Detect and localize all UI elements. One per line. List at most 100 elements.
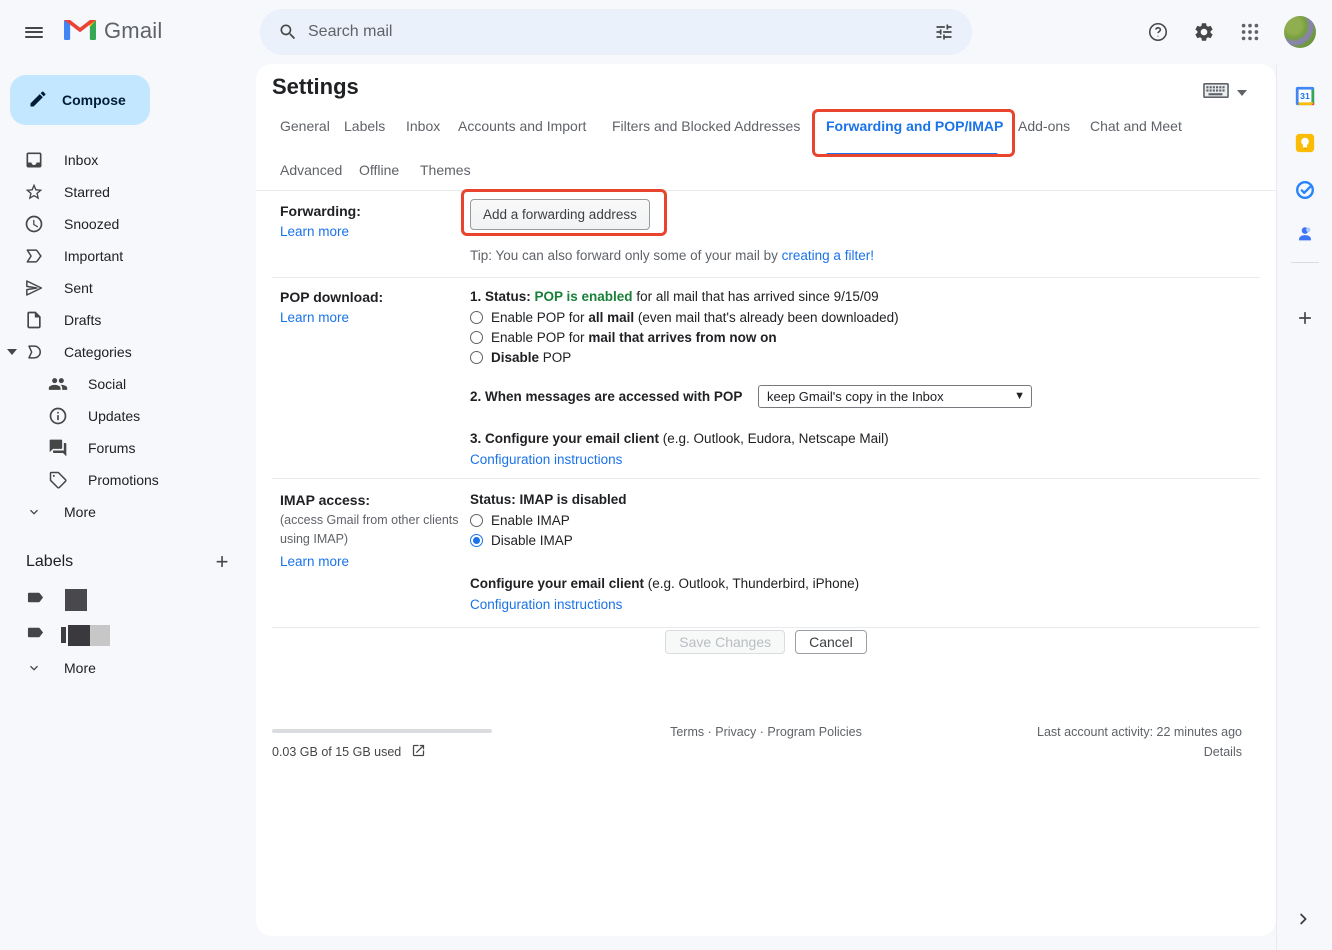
imap-radio-enable[interactable]: Enable IMAP bbox=[470, 513, 570, 528]
label-tag-icon bbox=[26, 624, 45, 646]
sidebar-item-starred[interactable]: Starred bbox=[0, 176, 248, 208]
compose-button[interactable]: Compose bbox=[10, 75, 150, 125]
divider bbox=[272, 478, 1260, 479]
tip-text: Tip: You can also forward only some of y… bbox=[470, 248, 782, 263]
sidebar-item-categories[interactable]: Categories bbox=[0, 336, 248, 368]
redacted-label-name bbox=[61, 627, 66, 643]
sidebar-item-label: More bbox=[64, 504, 96, 520]
creating-a-filter-link[interactable]: creating a filter! bbox=[782, 248, 874, 263]
imap-configuration-instructions-link[interactable]: Configuration instructions bbox=[470, 597, 622, 612]
tab-chat-and-meet[interactable]: Chat and Meet bbox=[1090, 118, 1182, 134]
tab-general[interactable]: General bbox=[280, 118, 330, 134]
redacted-label-name bbox=[65, 589, 87, 611]
input-tools-toggle[interactable] bbox=[1203, 83, 1247, 103]
account-avatar[interactable] bbox=[1284, 16, 1316, 48]
google-apps-grid-icon[interactable] bbox=[1230, 12, 1270, 52]
settings-panel: Settings General Labels Inbox Accounts a… bbox=[256, 64, 1276, 936]
tab-add-ons[interactable]: Add-ons bbox=[1018, 118, 1070, 134]
compose-label: Compose bbox=[62, 92, 126, 108]
labels-title: Labels bbox=[26, 553, 73, 571]
sidebar-item-updates[interactable]: Updates bbox=[0, 400, 248, 432]
add-forwarding-address-button[interactable]: Add a forwarding address bbox=[470, 199, 650, 230]
pop-configuration-instructions-link[interactable]: Configuration instructions bbox=[470, 452, 622, 467]
details-link[interactable]: Details bbox=[1204, 745, 1242, 759]
pop-status-value: POP is enabled bbox=[535, 289, 633, 304]
pop-action-select[interactable]: keep Gmail's copy in the Inbox ▼ bbox=[758, 385, 1032, 408]
svg-text:31: 31 bbox=[1300, 91, 1310, 101]
search-icon[interactable] bbox=[268, 12, 308, 52]
radio-unchecked-icon[interactable] bbox=[470, 331, 483, 344]
program-policies-link[interactable]: Program Policies bbox=[767, 725, 861, 739]
imap-configure-line: Configure your email client (e.g. Outloo… bbox=[470, 576, 859, 591]
tab-filters-and-blocked-addresses[interactable]: Filters and Blocked Addresses bbox=[612, 118, 800, 134]
radio-label: Disable IMAP bbox=[491, 533, 573, 548]
labels-more[interactable]: More bbox=[0, 652, 248, 684]
sidebar-item-more[interactable]: More bbox=[0, 496, 248, 528]
sidebar-item-forums[interactable]: Forums bbox=[0, 432, 248, 464]
open-in-new-icon[interactable] bbox=[411, 743, 426, 761]
sidebar-item-social[interactable]: Social bbox=[0, 368, 248, 400]
privacy-link[interactable]: Privacy bbox=[715, 725, 756, 739]
user-label-row[interactable] bbox=[0, 619, 248, 651]
terms-link[interactable]: Terms bbox=[670, 725, 704, 739]
calendar-icon[interactable]: 31 bbox=[1285, 76, 1325, 116]
topbar: Gmail bbox=[0, 0, 1332, 64]
forwarding-learn-more-link[interactable]: Learn more bbox=[280, 224, 349, 239]
imap-radio-disable[interactable]: Disable IMAP bbox=[470, 533, 573, 548]
status-label: 1. Status: bbox=[470, 289, 535, 304]
contacts-icon[interactable] bbox=[1285, 214, 1325, 254]
tasks-icon[interactable] bbox=[1285, 170, 1325, 210]
pop-learn-more-link[interactable]: Learn more bbox=[280, 310, 349, 325]
radio-label: Enable POP for mail that arrives from no… bbox=[491, 330, 777, 345]
tab-inbox[interactable]: Inbox bbox=[406, 118, 440, 134]
tab-advanced[interactable]: Advanced bbox=[280, 162, 342, 178]
sidebar-item-important[interactable]: Important bbox=[0, 240, 248, 272]
imap-learn-more-link[interactable]: Learn more bbox=[280, 554, 349, 569]
radio-unchecked-icon[interactable] bbox=[470, 514, 483, 527]
storage-text: 0.03 GB of 15 GB used bbox=[272, 745, 401, 759]
user-label-row[interactable] bbox=[0, 584, 248, 616]
settings-gear-icon[interactable] bbox=[1184, 12, 1224, 52]
tab-themes[interactable]: Themes bbox=[420, 162, 471, 178]
cancel-button[interactable]: Cancel bbox=[795, 630, 867, 654]
hamburger-menu-icon[interactable] bbox=[14, 12, 54, 52]
gmail-logo[interactable]: Gmail bbox=[64, 16, 162, 45]
pop-radio-all-mail[interactable]: Enable POP for all mail (even mail that'… bbox=[470, 310, 899, 325]
search-bar[interactable] bbox=[260, 9, 972, 55]
search-input[interactable] bbox=[308, 23, 924, 41]
separator: · bbox=[760, 725, 764, 739]
keyboard-dropdown-caret-icon[interactable] bbox=[1237, 90, 1247, 96]
imap-sub-text: (access Gmail from other clients bbox=[280, 513, 459, 527]
pop-radio-from-now-on[interactable]: Enable POP for mail that arrives from no… bbox=[470, 330, 777, 345]
tab-accounts-and-import[interactable]: Accounts and Import bbox=[458, 118, 586, 134]
sidebar-item-inbox[interactable]: Inbox bbox=[0, 144, 248, 176]
radio-unchecked-icon[interactable] bbox=[470, 351, 483, 364]
radio-checked-icon[interactable] bbox=[470, 534, 483, 547]
radio-unchecked-icon[interactable] bbox=[470, 311, 483, 324]
save-changes-button[interactable]: Save Changes bbox=[665, 630, 785, 654]
sidebar-item-drafts[interactable]: Drafts bbox=[0, 304, 248, 336]
tab-labels[interactable]: Labels bbox=[344, 118, 385, 134]
sidebar-item-snoozed[interactable]: Snoozed bbox=[0, 208, 248, 240]
storage-usage: 0.03 GB of 15 GB used bbox=[272, 743, 426, 761]
tag-icon bbox=[48, 470, 68, 490]
info-icon bbox=[48, 406, 68, 426]
expand-caret-icon[interactable] bbox=[7, 349, 17, 355]
redacted-label-name bbox=[68, 625, 90, 646]
tab-offline[interactable]: Offline bbox=[359, 162, 399, 178]
star-icon bbox=[24, 182, 44, 202]
get-add-ons-plus-icon[interactable] bbox=[1285, 298, 1325, 338]
compose-pencil-icon bbox=[28, 89, 48, 112]
tab-forwarding-and-pop-imap[interactable]: Forwarding and POP/IMAP bbox=[826, 118, 1003, 134]
sidebar-item-sent[interactable]: Sent bbox=[0, 272, 248, 304]
help-icon[interactable] bbox=[1138, 12, 1178, 52]
search-options-tune-icon[interactable] bbox=[924, 12, 964, 52]
keep-icon[interactable] bbox=[1285, 123, 1325, 163]
send-icon bbox=[24, 278, 44, 298]
select-chevron-down-icon: ▼ bbox=[1014, 390, 1025, 402]
hide-side-panel-chevron-right-icon[interactable] bbox=[1294, 910, 1312, 933]
create-label-plus-icon[interactable]: + bbox=[208, 548, 236, 576]
sidebar-item-promotions[interactable]: Promotions bbox=[0, 464, 248, 496]
gmail-m-icon bbox=[64, 16, 96, 45]
pop-radio-disable[interactable]: Disable POP bbox=[470, 350, 571, 365]
